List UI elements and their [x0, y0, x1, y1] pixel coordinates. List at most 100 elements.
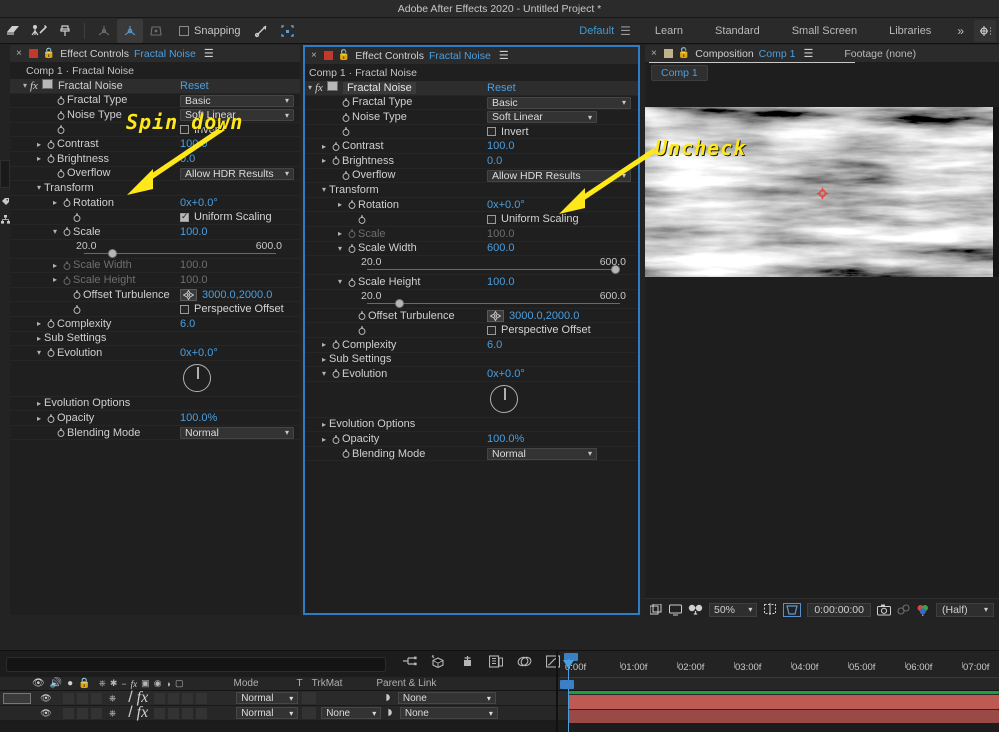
- stopwatch-icon[interactable]: [355, 310, 368, 322]
- opacity-disclosure-icon[interactable]: ▸: [34, 414, 44, 423]
- complexity-value[interactable]: 6.0: [180, 318, 195, 330]
- invert-checkbox[interactable]: [180, 125, 189, 134]
- evolution-dial[interactable]: [490, 385, 518, 413]
- shy-switch-icon[interactable]: ⎈: [99, 678, 106, 689]
- snapping-checkbox[interactable]: [179, 26, 189, 36]
- zoom-level-select[interactable]: 50% ▾: [709, 603, 757, 617]
- stopwatch-icon[interactable]: [329, 140, 342, 152]
- snapping-toggle[interactable]: Snapping: [179, 25, 241, 37]
- layer-name-field[interactable]: [3, 693, 31, 704]
- parent-dropdown[interactable]: None ▾: [400, 707, 498, 719]
- 3d-glasses-icon[interactable]: [688, 604, 703, 616]
- scale-width-slider-row[interactable]: 20.0 600.0: [305, 256, 638, 275]
- offset-turbulence-value[interactable]: 3000.0,2000.0: [509, 310, 579, 322]
- scale-width-slider-track[interactable]: [367, 269, 620, 270]
- blending-mode-dropdown[interactable]: Normal ▾: [487, 448, 597, 460]
- scale-value[interactable]: 100.0: [180, 226, 208, 238]
- workspace-tab-libraries[interactable]: Libraries: [873, 18, 947, 44]
- row-invert[interactable]: Invert: [10, 123, 300, 138]
- stopwatch-icon[interactable]: [54, 124, 67, 136]
- unified-camera-tool-icon[interactable]: [91, 19, 117, 43]
- video-toggle-icon[interactable]: 👁: [39, 693, 53, 704]
- row-uniform-scaling[interactable]: Uniform Scaling: [305, 212, 638, 227]
- mode-dropdown[interactable]: Normal ▾: [236, 692, 298, 704]
- row-overflow[interactable]: Overflow Allow HDR Results ▾: [305, 169, 638, 184]
- perspective-offset-checkbox[interactable]: [487, 326, 496, 335]
- opacity-value[interactable]: 100.0%: [487, 433, 524, 445]
- row-complexity[interactable]: ▸ Complexity 6.0: [305, 338, 638, 353]
- row-blending-mode[interactable]: Blending Mode Normal ▾: [305, 447, 638, 462]
- row-perspective-offset[interactable]: Perspective Offset: [305, 323, 638, 338]
- evolution-dial-row[interactable]: [10, 361, 300, 397]
- pan-behind-tool-icon[interactable]: [143, 19, 169, 43]
- row-fractal-type[interactable]: Fractal Type Basic ▾: [305, 96, 638, 111]
- row-fractal-type[interactable]: Fractal Type Basic ▾: [10, 94, 300, 109]
- stopwatch-icon[interactable]: [339, 169, 352, 181]
- anchor-point-marker[interactable]: [816, 187, 829, 200]
- effects-icon[interactable]: fx: [137, 704, 149, 722]
- perspective-offset-checkbox-group[interactable]: Perspective Offset: [487, 324, 591, 336]
- scale-slider-knob[interactable]: [108, 249, 117, 258]
- shy-icon[interactable]: ⎈: [109, 693, 116, 704]
- stopwatch-icon[interactable]: [355, 324, 368, 336]
- stopwatch-icon[interactable]: [44, 153, 57, 165]
- row-contrast[interactable]: ▸ Contrast 100.0: [305, 139, 638, 154]
- invert-checkbox-group[interactable]: Invert: [180, 124, 222, 136]
- threed-cell[interactable]: [196, 708, 207, 719]
- stopwatch-icon[interactable]: [339, 111, 352, 123]
- scale-width-value[interactable]: 600.0: [487, 242, 515, 254]
- video-switch-icon[interactable]: 👁: [32, 678, 45, 689]
- video-toggle-icon[interactable]: 👁: [39, 708, 53, 719]
- orbit-tool-icon[interactable]: [117, 19, 143, 43]
- brightness-value[interactable]: 0.0: [180, 153, 195, 165]
- workspace-tab-small-screen[interactable]: Small Screen: [776, 18, 873, 44]
- transform-disclosure-icon[interactable]: ▾: [34, 183, 44, 192]
- scale-height-disclosure-icon[interactable]: ▸: [50, 275, 60, 284]
- stopwatch-icon[interactable]: [60, 197, 73, 209]
- stopwatch-icon[interactable]: [329, 368, 342, 380]
- opacity-value[interactable]: 100.0%: [180, 412, 217, 424]
- stopwatch-icon[interactable]: [329, 433, 342, 445]
- stopwatch-icon[interactable]: [44, 412, 57, 424]
- row-brightness[interactable]: ▸ Brightness 0.0: [305, 154, 638, 169]
- evolution-value[interactable]: 0x+0.0°: [487, 368, 525, 380]
- parent-pickwhip-icon[interactable]: ◗: [385, 704, 395, 722]
- evolution-dial[interactable]: [183, 364, 211, 392]
- trkmat-dropdown[interactable]: None ▾: [321, 707, 381, 719]
- row-scale-width[interactable]: ▸ Scale Width 100.0: [10, 259, 300, 274]
- solo-switch-icon[interactable]: ●: [67, 678, 73, 689]
- row-sub-settings[interactable]: ▸ Sub Settings: [10, 332, 300, 347]
- stopwatch-icon[interactable]: [54, 167, 67, 179]
- evolution-options-disclosure-icon[interactable]: ▸: [319, 420, 329, 429]
- row-sub-settings[interactable]: ▸ Sub Settings: [305, 353, 638, 368]
- offset-turbulence-picker-icon[interactable]: [180, 289, 197, 301]
- stopwatch-icon[interactable]: [70, 289, 83, 301]
- row-contrast[interactable]: ▸ Contrast 100.0: [10, 137, 300, 152]
- rotation-value[interactable]: 0x+0.0°: [487, 199, 525, 211]
- lock-cell[interactable]: [91, 708, 102, 719]
- workspace-tab-learn[interactable]: Learn: [639, 18, 699, 44]
- region-of-interest-icon[interactable]: [783, 603, 801, 617]
- sub-settings-disclosure-icon[interactable]: ▸: [319, 355, 329, 364]
- effect-header-row[interactable]: ▾ fx Fractal Noise Reset: [305, 81, 638, 96]
- row-perspective-offset[interactable]: Perspective Offset: [10, 302, 300, 317]
- grid-guides-icon[interactable]: [763, 603, 777, 616]
- row-rotation[interactable]: ▸ Rotation 0x+0.0°: [10, 196, 300, 211]
- scale-disclosure-icon[interactable]: ▾: [50, 227, 60, 236]
- collapse-switch-icon[interactable]: ✱: [110, 678, 118, 689]
- stopwatch-icon[interactable]: [44, 138, 57, 150]
- scale-height-slider-knob[interactable]: [395, 299, 404, 308]
- evolution-disclosure-icon[interactable]: ▾: [34, 348, 44, 357]
- stopwatch-icon[interactable]: [70, 303, 83, 315]
- sub-settings-disclosure-icon[interactable]: ▸: [34, 334, 44, 343]
- stopwatch-icon[interactable]: [44, 347, 57, 359]
- effect-name[interactable]: Fractal Noise: [343, 82, 416, 94]
- region-of-interest-tool-icon[interactable]: [275, 19, 301, 43]
- lock-icon[interactable]: 🔓: [678, 48, 690, 59]
- stopwatch-icon[interactable]: [44, 318, 57, 330]
- adjustment-switch-icon[interactable]: ◑: [166, 679, 171, 689]
- main-viewer-icon[interactable]: [669, 604, 682, 616]
- uniform-scaling-checkbox-group[interactable]: Uniform Scaling: [487, 213, 579, 225]
- footage-tab[interactable]: Footage (none): [844, 48, 916, 60]
- effect-header-row[interactable]: ▾ fx Fractal Noise Reset: [10, 79, 300, 94]
